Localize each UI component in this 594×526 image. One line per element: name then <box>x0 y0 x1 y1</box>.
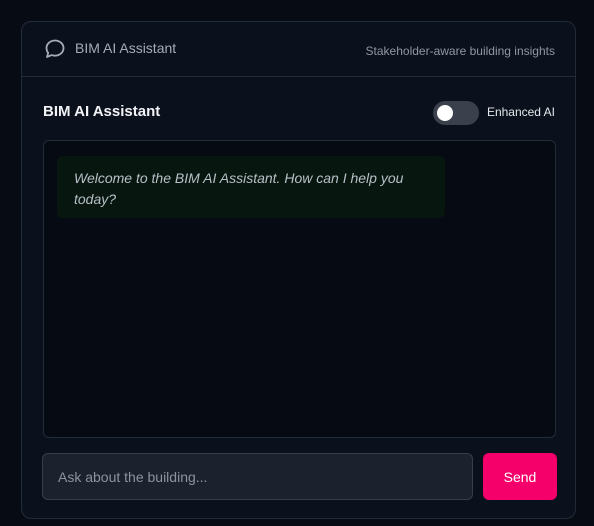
chat-input[interactable] <box>42 453 473 500</box>
panel-header: BIM AI Assistant Stakeholder-aware build… <box>22 22 575 77</box>
chat-messages[interactable]: Welcome to the BIM AI Assistant. How can… <box>43 140 556 438</box>
assistant-message: Welcome to the BIM AI Assistant. How can… <box>57 156 445 218</box>
assistant-panel: BIM AI Assistant Stakeholder-aware build… <box>21 21 576 519</box>
assistant-title: BIM AI Assistant <box>43 103 161 120</box>
header-title: BIM AI Assistant <box>75 40 177 56</box>
toggle-knob <box>437 105 453 121</box>
chat-bubble-icon <box>44 38 66 60</box>
enhanced-ai-toggle[interactable] <box>433 101 479 125</box>
send-button[interactable]: Send <box>483 453 557 500</box>
enhanced-ai-label: Enhanced AI <box>486 105 555 119</box>
header-subtitle: Stakeholder-aware building insights <box>365 44 555 58</box>
